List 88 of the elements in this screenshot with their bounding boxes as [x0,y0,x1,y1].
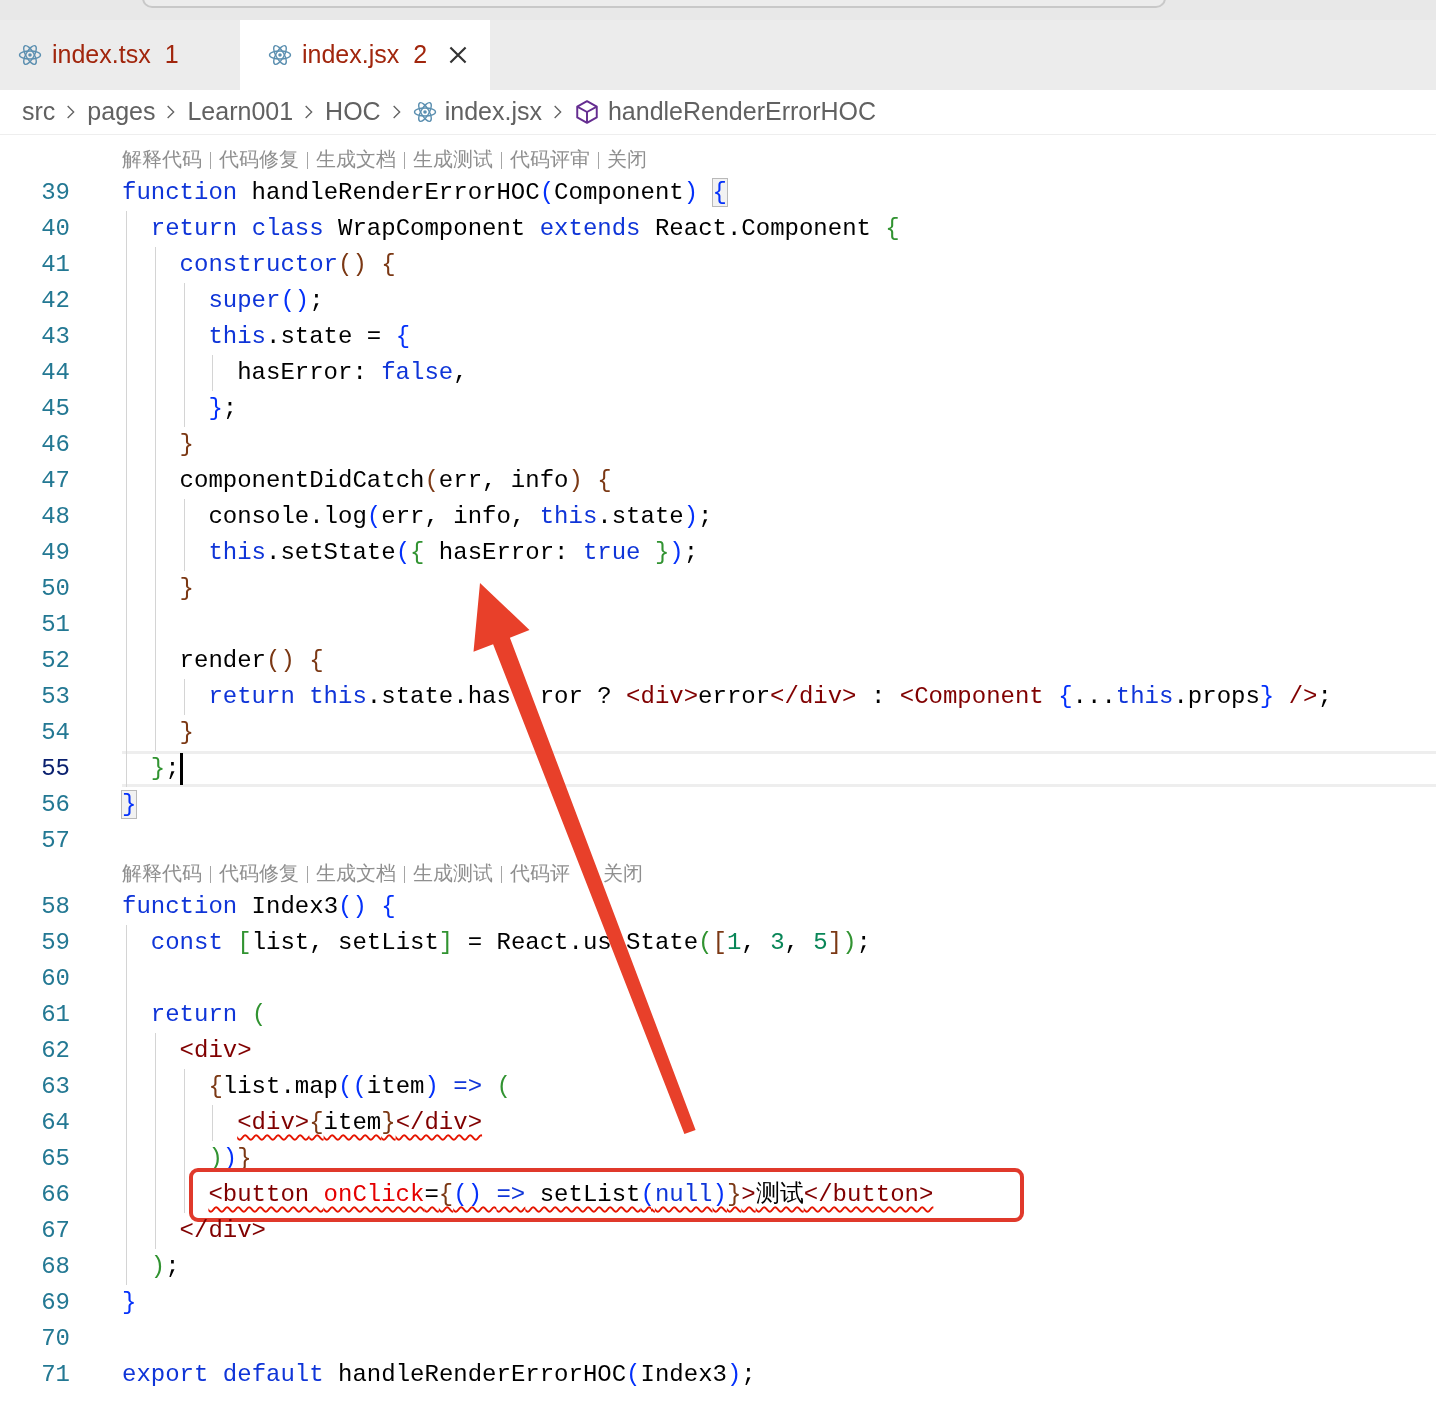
breadcrumb-item[interactable]: Learn001 [187,93,294,131]
code-line: function handleRenderErrorHOC(Component) { [122,178,727,208]
line-number: 59 [40,928,70,958]
code-line: hasError: false, [237,358,468,388]
code-line: } [179,718,194,748]
breadcrumb-item[interactable]: src [22,93,56,131]
codelens-action[interactable]: 关闭 [607,148,647,172]
code-line: <div>{item}</div> [237,1108,483,1138]
code-line: }; [208,394,238,424]
code-line: }; [150,754,180,784]
line-number: 61 [40,1000,70,1030]
line-number: 63 [40,1072,70,1102]
problem-count: 2 [413,39,428,71]
line-number: 65 [40,1144,70,1174]
line-number: 54 [40,718,70,748]
line-number: 45 [40,394,70,424]
codelens-action[interactable]: 生成文档 [316,862,396,886]
codelens-action[interactable]: 代码修复 [219,862,299,886]
codelens-action[interactable]: 生成文档 [316,148,396,172]
code-line: const [list, setList] = React.us State([1, 3, 5]); [150,928,871,958]
atom-icon [412,100,437,124]
code-line: </div> [179,1216,266,1246]
code-line: constructor() { [179,250,396,280]
code-line: this.state = { [208,322,411,352]
code-line: } [179,430,194,460]
line-number: 43 [40,322,70,352]
line-number: 60 [40,964,70,994]
code-line: } [179,574,194,604]
line-number: 56 [40,790,70,820]
codelens-action[interactable]: 代码评审 [510,148,590,172]
line-number: 40 [40,214,70,244]
code-line: return ( [150,1000,267,1030]
code-line: componentDidCatch(err, info) { [179,466,612,496]
atom-icon [268,43,292,67]
codelens-action[interactable]: 关闭 [602,862,643,886]
codelens-action[interactable]: 生成测试 [413,862,493,886]
code-line: return class WrapComponent extends React.Component { [150,214,900,244]
code-line: export default handleRenderErrorHOC(Index3); [122,1360,756,1390]
line-number: 69 [40,1288,70,1318]
line-number: 42 [40,286,70,316]
breadcrumb-item[interactable]: HOC [325,93,381,131]
problem-count: 1 [164,39,179,71]
breadcrumb-item[interactable]: index.jsx [444,93,542,131]
line-number: 49 [40,538,70,568]
code-line: console.log(err, info, this.state); [208,502,713,532]
breadcrumb-item[interactable]: pages [87,93,156,131]
line-number: 48 [40,502,70,532]
codelens-action[interactable]: 解释代码 [122,862,202,886]
code-line: <button onClick={() => setList(null)}>测试</button> [208,1180,934,1210]
line-number: 66 [40,1180,70,1210]
line-number: 58 [40,892,70,922]
code-line: {list.map((item) => ( [208,1072,511,1102]
code-line: super(); [208,286,324,316]
atom-icon [18,43,42,67]
line-number: 53 [40,682,70,712]
line-number: 50 [40,574,70,604]
line-number: 47 [40,466,70,496]
line-number: 44 [40,358,70,388]
line-number: 51 [40,610,70,640]
code-line: ); [150,1252,180,1282]
line-number: 39 [40,178,70,208]
code-line: } [122,1288,137,1318]
codelens-action[interactable]: 代码评 [510,862,570,886]
line-number: 46 [40,430,70,460]
line-number: 55 [40,754,70,784]
tab-label: index.jsx [302,39,400,71]
line-number: 70 [40,1324,70,1354]
line-number: 64 [40,1108,70,1138]
breadcrumb-item[interactable]: handleRenderErrorHOC [607,93,877,131]
line-number: 57 [40,826,70,856]
codelens-action[interactable]: 代码修复 [219,148,299,172]
code-line: return this.state.has ror ? <div>error</div> : <Component {...this.props} />; [208,682,1332,712]
codelens-action[interactable]: 解释代码 [122,148,202,172]
code-line: render() { [179,646,324,676]
line-number: 68 [40,1252,70,1282]
editor-tab[interactable]: index.jsx 2 [240,20,490,90]
line-number: 62 [40,1036,70,1066]
line-number: 67 [40,1216,70,1246]
tab-label: index.tsx [52,39,151,71]
line-number: 41 [40,250,70,280]
line-number: 52 [40,646,70,676]
cube-icon [573,99,600,125]
line-number: 71 [40,1360,70,1390]
codelens-action[interactable]: 生成测试 [413,148,493,172]
code-line: function Index3() { [122,892,396,922]
code-line: <div> [179,1036,252,1066]
text-cursor [179,753,183,785]
code-line: this.setState({ hasError: true }); [208,538,699,568]
